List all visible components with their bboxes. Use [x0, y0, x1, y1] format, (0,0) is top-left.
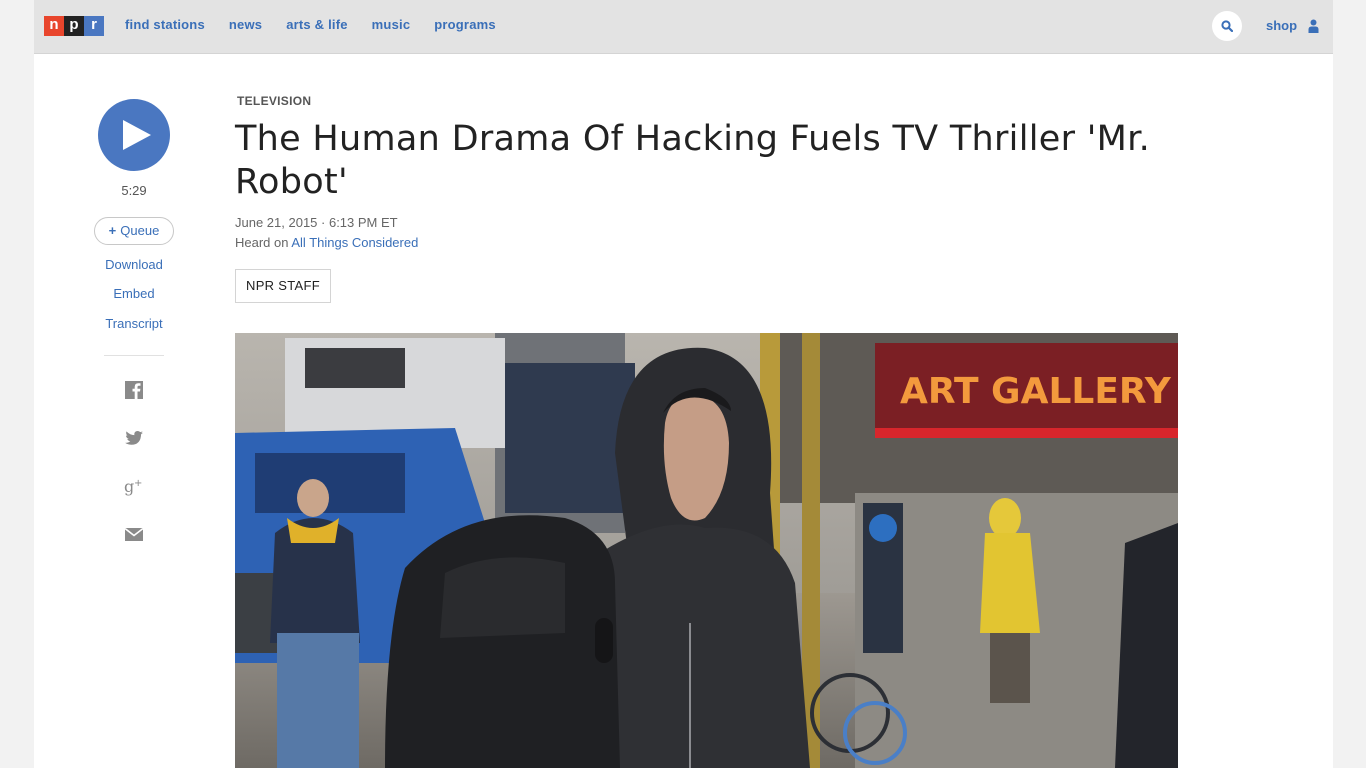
play-icon [123, 120, 151, 150]
queue-label: Queue [120, 223, 160, 238]
section-label[interactable]: TELEVISION [237, 94, 311, 108]
embed-link[interactable]: Embed [84, 286, 184, 301]
rail-divider [104, 355, 164, 356]
main-nav: find stations news arts & life music pro… [125, 17, 520, 32]
svg-text:g: g [124, 477, 134, 496]
plus-icon: + [108, 223, 117, 238]
queue-button[interactable]: + Queue [94, 217, 174, 245]
logo-letter-p: p [64, 16, 84, 36]
article-photo[interactable]: ART GALLERY [235, 333, 1178, 768]
program-link[interactable]: All Things Considered [291, 235, 418, 250]
audio-duration: 5:29 [121, 183, 147, 198]
user-icon[interactable] [1308, 19, 1319, 33]
heard-on-label: Heard on [235, 235, 292, 250]
facebook-icon[interactable] [124, 380, 144, 400]
nav-item-programs[interactable]: programs [434, 17, 496, 32]
nav-item-find-stations[interactable]: find stations [125, 17, 205, 32]
article-dateline: June 21, 2015 · 6:13 PM ET [235, 215, 398, 230]
nav-item-music[interactable]: music [372, 17, 411, 32]
logo-letter-n: n [44, 16, 64, 36]
top-navigation: n p r find stations news arts & life mus… [34, 0, 1333, 54]
email-icon[interactable] [124, 524, 144, 544]
nav-item-news[interactable]: news [229, 17, 262, 32]
download-link[interactable]: Download [84, 257, 184, 272]
npr-logo[interactable]: n p r [44, 16, 104, 36]
twitter-icon[interactable] [124, 428, 144, 448]
art-gallery-sign: ART GALLERY [900, 371, 1172, 412]
search-button[interactable] [1212, 11, 1242, 41]
heard-on-line: Heard on All Things Considered [235, 235, 418, 250]
article-headline: The Human Drama Of Hacking Fuels TV Thri… [235, 119, 1151, 202]
search-icon [1221, 20, 1233, 32]
transcript-link[interactable]: Transcript [84, 316, 184, 331]
google-plus-icon[interactable]: g + [124, 476, 144, 496]
nav-item-arts-life[interactable]: arts & life [286, 17, 347, 32]
shop-link[interactable]: shop [1266, 18, 1297, 33]
logo-letter-r: r [84, 16, 104, 36]
byline-tag[interactable]: NPR STAFF [235, 269, 331, 303]
play-button[interactable] [98, 99, 170, 171]
svg-text:+: + [134, 478, 142, 489]
photo-illustration: ART GALLERY [235, 333, 1178, 768]
